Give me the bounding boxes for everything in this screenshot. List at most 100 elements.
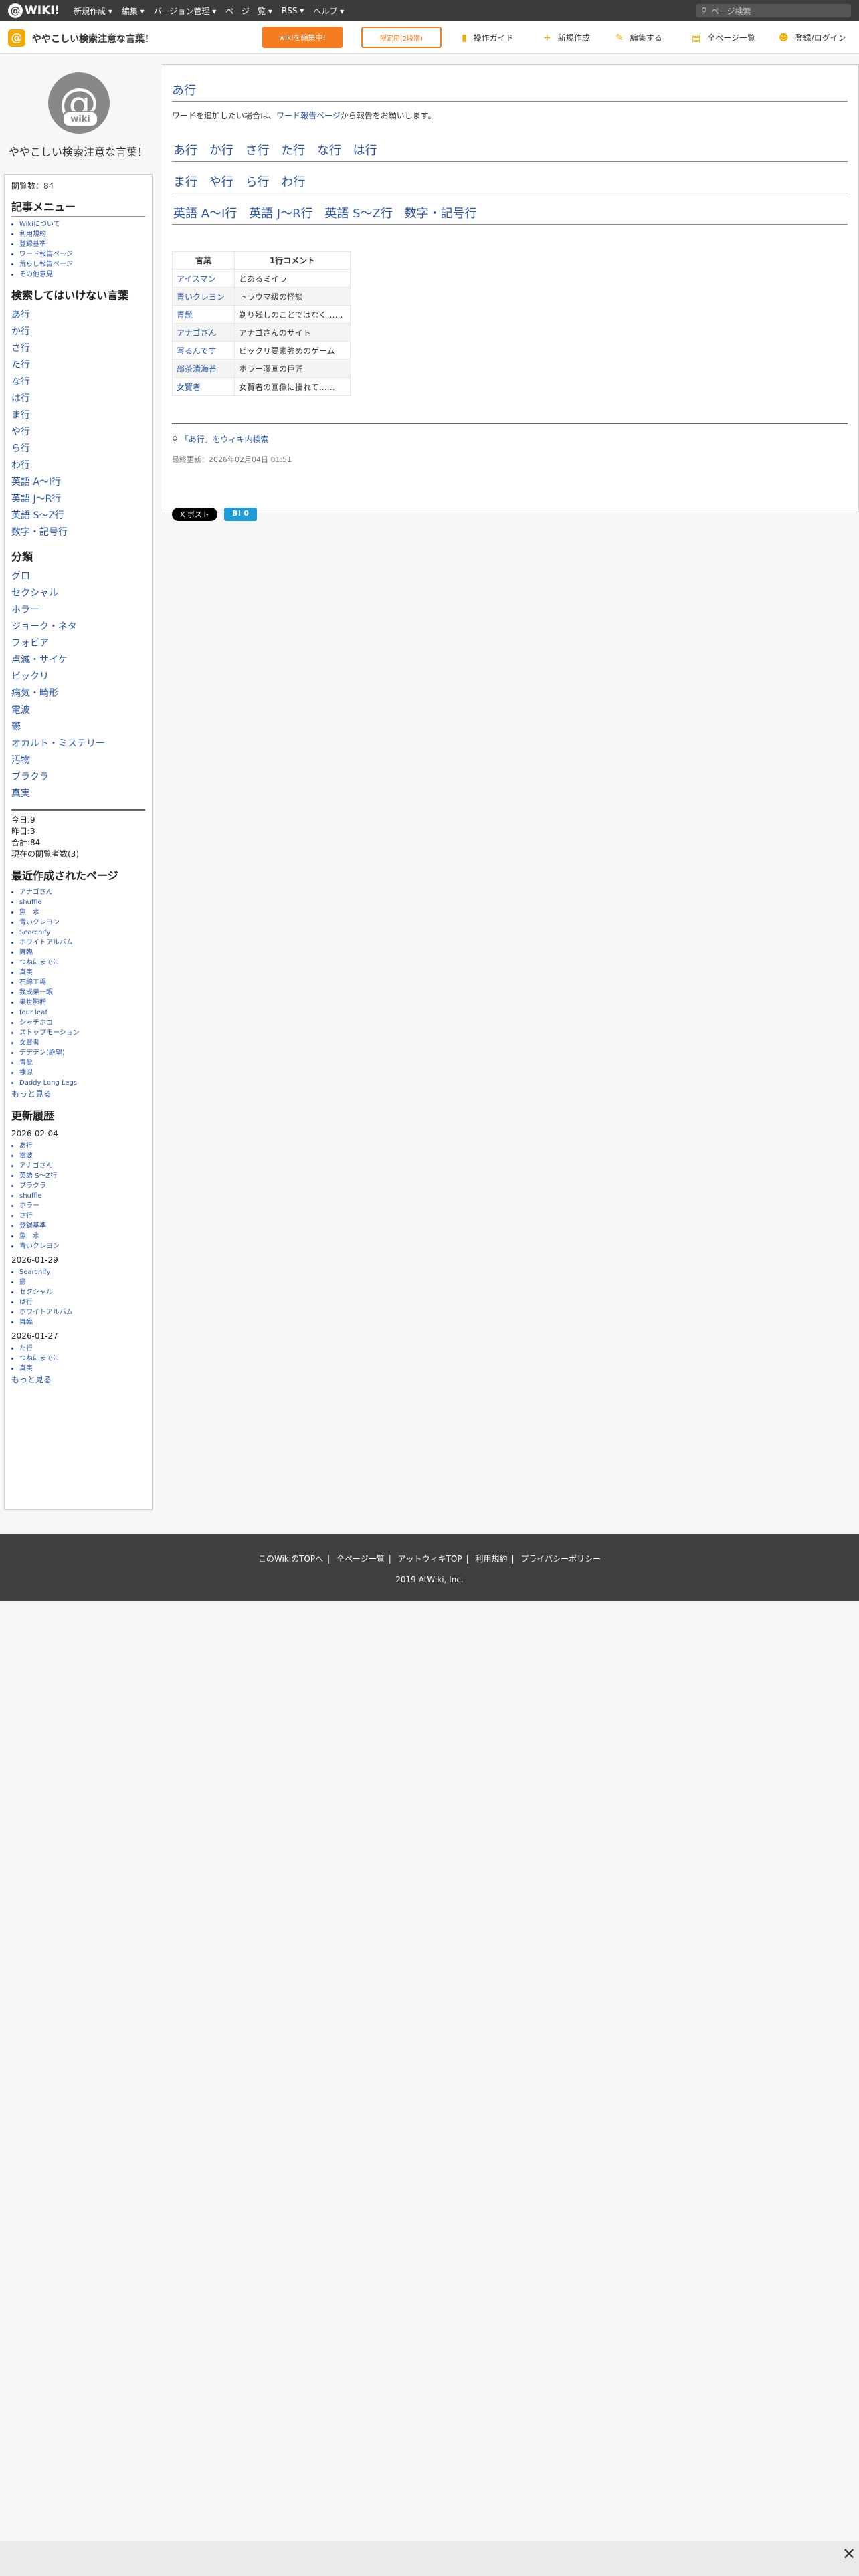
footer-link[interactable]: 全ページ一覧: [337, 1554, 385, 1564]
list-item[interactable]: は行: [19, 1299, 33, 1306]
sidebar-item[interactable]: 英語 S〜Z行: [11, 510, 64, 521]
list-item[interactable]: Daddy Long Legs: [19, 1079, 77, 1087]
list-item[interactable]: ブラクラ: [19, 1182, 46, 1190]
menu-new[interactable]: 新規作成 ▾: [74, 5, 112, 17]
list-item[interactable]: 果世影断: [19, 999, 46, 1006]
list-item[interactable]: た行: [19, 1345, 33, 1352]
list-item[interactable]: 舞臨: [19, 949, 33, 956]
nav-link[interactable]: 数字・記号行: [405, 207, 477, 221]
nav-link[interactable]: は行: [353, 144, 377, 158]
list-item[interactable]: 魚 水: [19, 909, 39, 916]
sidebar-item[interactable]: ビックリ: [11, 671, 49, 682]
sidebar-link[interactable]: 利用規約: [19, 231, 46, 238]
nav-link[interactable]: ま行: [173, 175, 197, 189]
nav-link[interactable]: ら行: [245, 175, 269, 189]
nav-link[interactable]: さ行: [245, 144, 269, 158]
list-item[interactable]: shuffle: [19, 899, 42, 906]
sidebar-link[interactable]: ワード報告ページ: [19, 251, 73, 258]
footer-link[interactable]: このWikiのTOPへ: [258, 1554, 323, 1564]
sidebar-item[interactable]: 英語 J〜R行: [11, 494, 61, 504]
report-page-link[interactable]: ワード報告ページ: [276, 111, 341, 120]
sidebar-link[interactable]: Wikiについて: [19, 221, 60, 228]
edit-page-link[interactable]: ✎ 編集する: [615, 32, 662, 43]
list-item[interactable]: アナゴさん: [19, 1162, 53, 1170]
sidebar-item[interactable]: セクシャル: [11, 588, 58, 599]
list-item[interactable]: 我成果一眼: [19, 989, 53, 996]
sidebar-item[interactable]: た行: [11, 360, 30, 370]
sidebar-item[interactable]: 真実: [11, 788, 30, 799]
sidebar-item[interactable]: あ行: [11, 310, 30, 320]
new-page-link[interactable]: + 新規作成: [543, 32, 590, 43]
list-item[interactable]: 電波: [19, 1152, 33, 1160]
list-item[interactable]: Searchify: [19, 1269, 50, 1276]
sidebar-link[interactable]: 登録基準: [19, 241, 46, 248]
sidebar-item[interactable]: 数字・記号行: [11, 527, 68, 538]
nav-link[interactable]: 英語 J〜R行: [249, 207, 313, 221]
footer-link[interactable]: プライバシーポリシー: [520, 1554, 601, 1564]
nav-link[interactable]: か行: [209, 144, 233, 158]
list-item[interactable]: シャチホコ: [19, 1019, 53, 1027]
list-item[interactable]: ホラー: [19, 1202, 39, 1210]
list-item[interactable]: 裸児: [19, 1069, 33, 1077]
close-icon[interactable]: ✕: [839, 2544, 859, 2564]
list-item[interactable]: 英語 S〜Z行: [19, 1172, 57, 1180]
list-item[interactable]: 真実: [19, 969, 33, 976]
list-item[interactable]: 鬱: [19, 1279, 26, 1286]
nav-link[interactable]: や行: [209, 175, 233, 189]
word-link[interactable]: 部茶漬海苔: [177, 364, 217, 374]
nav-link[interactable]: 英語 A〜I行: [173, 207, 237, 221]
nav-link[interactable]: あ行: [173, 144, 197, 158]
sidebar-item[interactable]: ブラクラ: [11, 772, 49, 782]
sidebar-link[interactable]: 荒らし報告ページ: [19, 261, 73, 268]
list-item[interactable]: 魚 水: [19, 1232, 39, 1240]
sidebar-item[interactable]: わ行: [11, 460, 30, 471]
word-link[interactable]: 写るんです: [177, 346, 216, 356]
sidebar-item[interactable]: 電波: [11, 705, 30, 716]
list-item[interactable]: デデデン(絶望): [19, 1049, 65, 1057]
list-item[interactable]: セクシャル: [19, 1289, 53, 1296]
list-item[interactable]: 女賢者: [19, 1039, 39, 1047]
history-more-link[interactable]: もっと見る: [11, 1375, 52, 1384]
word-link[interactable]: 女賢者: [177, 383, 201, 392]
menu-rss[interactable]: RSS ▾: [282, 6, 304, 15]
word-link[interactable]: アナゴさん: [177, 328, 217, 338]
list-item[interactable]: shuffle: [19, 1192, 42, 1200]
list-item[interactable]: ホワイトアルバム: [19, 939, 73, 946]
login-link[interactable]: ☻ 登録/ログイン: [779, 32, 846, 43]
list-item[interactable]: 石綿工場: [19, 979, 46, 986]
list-item[interactable]: アナゴさん: [19, 889, 53, 896]
footer-link[interactable]: 利用規約: [475, 1554, 507, 1564]
wiki-search-link[interactable]: ⚲ 「あ行」をウィキ内検索: [172, 433, 848, 445]
list-item[interactable]: four leaf: [19, 1009, 47, 1016]
sidebar-item[interactable]: や行: [11, 427, 30, 437]
menu-edit[interactable]: 編集 ▾: [122, 5, 145, 17]
sidebar-item[interactable]: ジョーク・ネタ: [11, 621, 77, 632]
list-item[interactable]: さ行: [19, 1212, 33, 1220]
sidebar-item[interactable]: フォビア: [11, 638, 49, 649]
list-item[interactable]: つねにまでに: [19, 959, 60, 966]
atwiki-logo[interactable]: @ WIKI!: [8, 3, 60, 18]
list-item[interactable]: つねにまでに: [19, 1355, 60, 1362]
site-name[interactable]: ややこしい検索注意な言葉！: [32, 32, 154, 45]
all-pages-link[interactable]: ▤ 全ページ一覧: [692, 32, 755, 43]
sidebar-item[interactable]: 病気・畸形: [11, 688, 58, 699]
guide-link[interactable]: ▮ 操作ガイド: [462, 32, 514, 43]
sidebar-item[interactable]: オカルト・ミステリー: [11, 738, 105, 749]
sidebar-site-title[interactable]: ややこしい検索注意な言葉！: [0, 143, 157, 159]
sidebar-item[interactable]: ま行: [11, 410, 30, 421]
menu-version[interactable]: バージョン管理 ▾: [154, 5, 217, 17]
recent-more-link[interactable]: もっと見る: [11, 1089, 52, 1099]
menu-pages[interactable]: ページ一覧 ▾: [225, 5, 272, 17]
sidebar-item[interactable]: ら行: [11, 443, 30, 454]
footer-link[interactable]: アットウィキTOP: [398, 1554, 462, 1564]
list-item[interactable]: Searchify: [19, 929, 50, 936]
wiki-edit-button[interactable]: wikiを編集中!: [262, 27, 343, 48]
list-item[interactable]: 舞臨: [19, 1319, 33, 1326]
nav-link[interactable]: 英語 S〜Z行: [324, 207, 392, 221]
menu-help[interactable]: ヘルプ ▾: [313, 5, 344, 17]
sidebar-item[interactable]: は行: [11, 393, 30, 404]
x-post-button[interactable]: X ポスト: [172, 508, 218, 521]
nav-link[interactable]: た行: [281, 144, 305, 158]
word-link[interactable]: アイスマン: [177, 274, 216, 284]
page-search-input[interactable]: ⚲ ページ検索: [696, 4, 851, 17]
